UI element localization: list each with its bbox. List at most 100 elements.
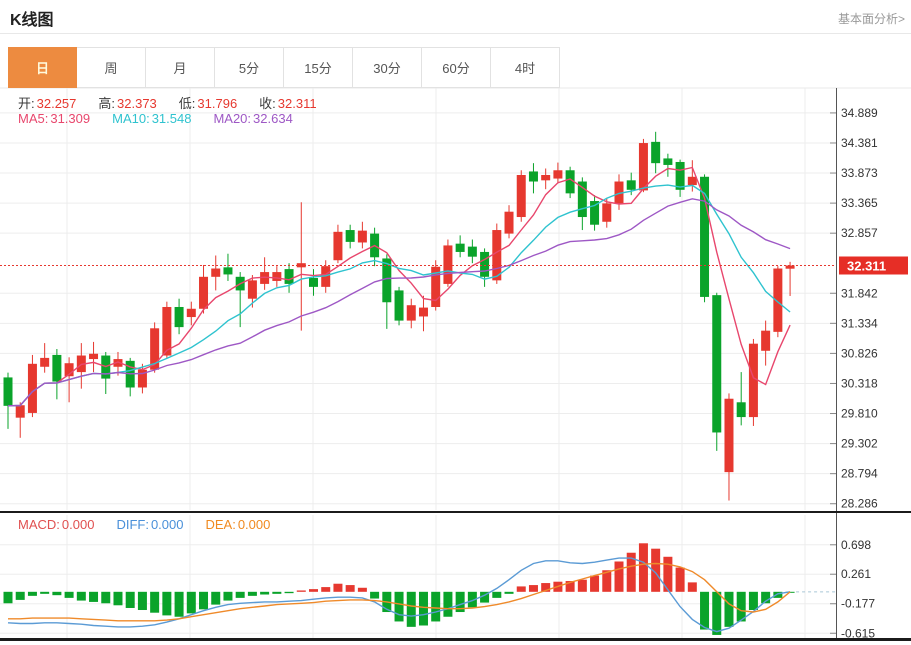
candle bbox=[40, 358, 49, 367]
macd-bar bbox=[65, 592, 74, 598]
candle bbox=[505, 212, 514, 234]
macd-bar bbox=[492, 592, 501, 598]
candle bbox=[627, 180, 636, 189]
legend-label: 高: bbox=[98, 96, 115, 111]
y-axis-label: 32.857 bbox=[841, 226, 878, 240]
y-axis-label: 31.842 bbox=[841, 286, 878, 300]
tab-30分[interactable]: 30分 bbox=[353, 47, 422, 88]
candle bbox=[688, 177, 697, 185]
macd-bar bbox=[431, 592, 440, 622]
macd-y-axis-label: 0.261 bbox=[841, 567, 871, 581]
macd-bar bbox=[52, 592, 61, 595]
macd-bar bbox=[89, 592, 98, 602]
candle bbox=[89, 354, 98, 359]
chart-bottom-border bbox=[0, 638, 911, 641]
candle bbox=[737, 402, 746, 417]
macd-bar bbox=[126, 592, 135, 608]
legend-label: MA10: bbox=[112, 111, 150, 126]
y-axis-label: 29.302 bbox=[841, 437, 878, 451]
legend-value: 32.634 bbox=[253, 111, 293, 126]
candle bbox=[52, 355, 61, 382]
macd-bar bbox=[223, 592, 232, 601]
legend-ma-item: MA5:31.309 bbox=[18, 111, 90, 126]
tab-月[interactable]: 月 bbox=[146, 47, 215, 88]
legend-value: 32.373 bbox=[117, 96, 157, 111]
candle bbox=[749, 344, 758, 417]
candle bbox=[187, 309, 196, 317]
macd-bar bbox=[113, 592, 122, 605]
legend-ohlc-item: 收:32.311 bbox=[259, 96, 316, 111]
y-axis-label: 34.381 bbox=[841, 136, 878, 150]
candle bbox=[272, 272, 281, 281]
legend-value: 0.000 bbox=[62, 517, 95, 532]
macd-bar bbox=[40, 592, 49, 594]
legend-label: MACD: bbox=[18, 517, 60, 532]
macd-y-axis-label: -0.177 bbox=[841, 597, 875, 611]
legend-label: MA5: bbox=[18, 111, 48, 126]
macd-bar bbox=[688, 582, 697, 591]
legend-label: 收: bbox=[259, 96, 276, 111]
macd-bar bbox=[101, 592, 110, 603]
macd-bar bbox=[529, 585, 538, 592]
y-axis-label: 29.810 bbox=[841, 407, 878, 421]
y-axis-label: 30.826 bbox=[841, 346, 878, 360]
macd-bar bbox=[395, 592, 404, 622]
y-axis-label: 28.794 bbox=[841, 467, 878, 481]
legend-ohlc-item: 开:32.257 bbox=[18, 96, 76, 111]
candle bbox=[223, 267, 232, 274]
legend-label: 低: bbox=[179, 96, 196, 111]
tab-日[interactable]: 日 bbox=[8, 47, 77, 88]
macd-legend: MACD:0.000DIFF:0.000DEA:0.000 bbox=[18, 517, 292, 532]
legend-ma-item: MA10:31.548 bbox=[112, 111, 191, 126]
macd-bar bbox=[77, 592, 86, 601]
candle bbox=[529, 171, 538, 181]
macd-bar bbox=[285, 592, 294, 593]
legend-value: 0.000 bbox=[238, 517, 271, 532]
macd-bar bbox=[28, 592, 37, 596]
candle bbox=[663, 158, 672, 165]
tab-15分[interactable]: 15分 bbox=[284, 47, 353, 88]
candle bbox=[590, 201, 599, 225]
tab-4时[interactable]: 4时 bbox=[491, 47, 560, 88]
macd-bar bbox=[419, 592, 428, 626]
legend-label: MA20: bbox=[213, 111, 251, 126]
macd-y-axis-label: 0.698 bbox=[841, 538, 871, 552]
candle bbox=[492, 230, 501, 280]
macd-bar bbox=[321, 587, 330, 592]
candle bbox=[712, 295, 721, 432]
macd-bar bbox=[16, 592, 25, 600]
ma-legend: MA5:31.309 MA10:31.548 MA20:32.634 bbox=[18, 111, 315, 126]
legend-ohlc-item: 低:31.796 bbox=[179, 96, 237, 111]
tab-60分[interactable]: 60分 bbox=[422, 47, 491, 88]
macd-bar bbox=[505, 592, 514, 594]
candle bbox=[248, 280, 257, 298]
candle bbox=[407, 305, 416, 320]
legend-macd-item: DEA:0.000 bbox=[205, 517, 270, 532]
macd-bar bbox=[260, 592, 269, 595]
macd-bar bbox=[248, 592, 257, 596]
candle bbox=[639, 143, 648, 190]
y-axis-label: 33.365 bbox=[841, 196, 878, 210]
macd-bar bbox=[578, 580, 587, 592]
candle bbox=[419, 308, 428, 317]
tab-5分[interactable]: 5分 bbox=[215, 47, 284, 88]
candle bbox=[553, 170, 562, 178]
macd-bar bbox=[712, 592, 721, 635]
legend-ohlc-item: 高:32.373 bbox=[98, 96, 156, 111]
y-axis-label: 30.318 bbox=[841, 376, 878, 390]
candle bbox=[358, 231, 367, 243]
macd-bar bbox=[309, 589, 318, 592]
y-axis-label: 33.873 bbox=[841, 166, 878, 180]
legend-label: DIFF: bbox=[116, 517, 149, 532]
macd-bar bbox=[358, 588, 367, 592]
candle bbox=[175, 307, 184, 327]
legend-ma-item: MA20:32.634 bbox=[213, 111, 292, 126]
macd-bar bbox=[150, 592, 159, 613]
legend-label: 开: bbox=[18, 96, 35, 111]
legend-macd-item: MACD:0.000 bbox=[18, 517, 94, 532]
candle bbox=[651, 142, 660, 163]
tab-周[interactable]: 周 bbox=[77, 47, 146, 88]
macd-bar bbox=[749, 592, 758, 610]
candle bbox=[346, 230, 355, 242]
macd-bar bbox=[4, 592, 13, 603]
